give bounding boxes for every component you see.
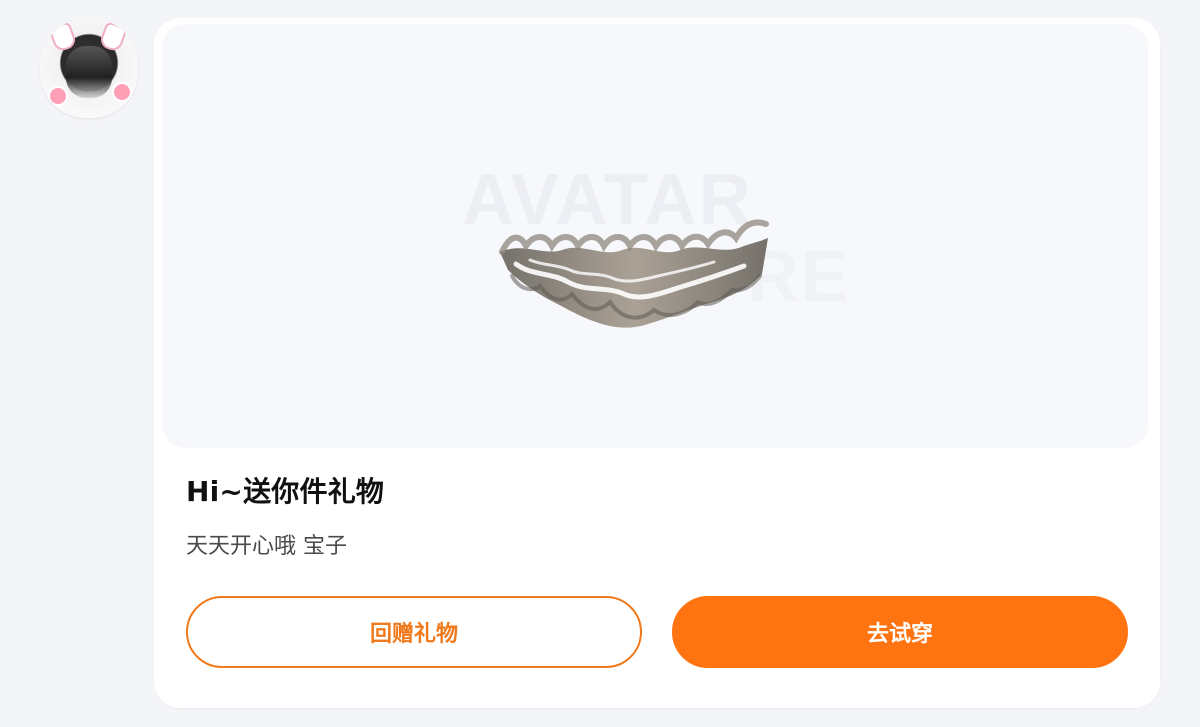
gift-preview-image[interactable]: AVATAR RE bbox=[162, 24, 1148, 448]
avatar-photo bbox=[66, 46, 112, 98]
paw-icon bbox=[112, 82, 132, 102]
lace-collar-gift-icon bbox=[499, 219, 769, 328]
gift-title: Hi~送你件礼物 bbox=[186, 475, 385, 508]
sender-avatar[interactable] bbox=[40, 18, 138, 118]
return-gift-button[interactable]: 回赠礼物 bbox=[186, 596, 642, 668]
gift-subtitle: 天天开心哦 宝子 bbox=[186, 534, 347, 559]
try-on-button[interactable]: 去试穿 bbox=[672, 596, 1128, 668]
gift-message-card: AVATAR RE Hi~送你件礼物 天天开心哦 宝子 回赠礼物 去试穿 bbox=[154, 18, 1160, 708]
paw-icon bbox=[48, 86, 68, 106]
cat-ear-left-icon bbox=[48, 21, 78, 53]
